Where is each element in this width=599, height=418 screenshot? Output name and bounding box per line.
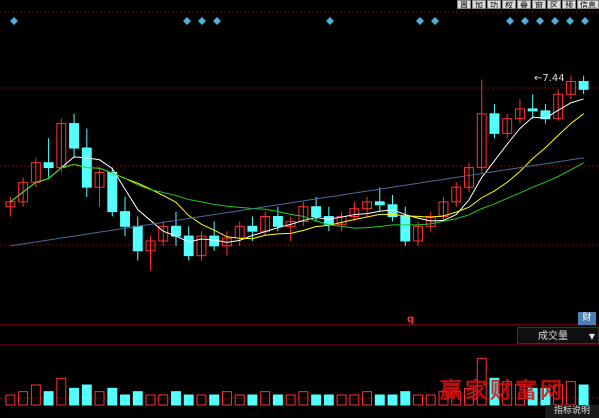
toolbar-button-0[interactable]: 周 (457, 0, 471, 9)
volume-bar (5, 394, 16, 406)
chevron-down-icon: ▼ (588, 332, 595, 341)
toolbar: 周加功权叠窗区预信息 (456, 0, 599, 9)
toolbar-button-7[interactable]: 预 (562, 0, 576, 9)
candle-body (311, 206, 322, 218)
watermark: 赢家财富网 (440, 378, 566, 404)
volume-bar (171, 391, 181, 406)
toolbar-button-1[interactable]: 加 (472, 0, 486, 9)
signal-diamond (506, 17, 514, 25)
stock-chart-window: { "toolbar": { "buttons": ["周","加","功","… (0, 0, 599, 418)
indicator-label: 成交量 (538, 331, 568, 342)
signal-diamond (416, 17, 424, 25)
signal-diamond (10, 17, 18, 25)
volume-bar (400, 391, 411, 406)
volume-bar (425, 394, 436, 406)
candle-body (69, 123, 80, 149)
volume-bar (30, 384, 41, 406)
toolbar-button-6[interactable]: 区 (547, 0, 561, 9)
signal-diamond (198, 17, 206, 25)
volume-bar (221, 391, 232, 406)
volume-bar (323, 394, 334, 406)
volume-bar (81, 384, 92, 406)
volume-bar (387, 394, 398, 406)
signal-diamond (536, 17, 544, 25)
indicator-select[interactable]: 成交量 ▼ (517, 327, 599, 344)
signal-diamond (213, 17, 221, 25)
signal-diamond (521, 17, 529, 25)
signal-diamonds (10, 17, 589, 25)
chart-grid (0, 11, 599, 399)
candlestick-chart (0, 11, 599, 406)
volume-bar (578, 384, 589, 406)
volume-bar (18, 391, 29, 406)
volume-bar (120, 394, 130, 406)
indicator-help-button[interactable]: 指标说明 (545, 405, 599, 418)
candle-body (374, 201, 385, 206)
volume-bar (413, 394, 423, 406)
volume-bar (158, 394, 169, 406)
volume-bar (336, 394, 347, 406)
signal-diamond (431, 17, 439, 25)
volume-bar (362, 391, 373, 406)
candle-body (578, 81, 589, 90)
volume-bar (56, 377, 67, 406)
candle-body (43, 162, 54, 169)
toolbar-button-5[interactable]: 窗 (532, 0, 546, 9)
candles (5, 75, 589, 271)
candle-body (323, 216, 334, 225)
price-label: ←7.44 (534, 73, 565, 84)
signal-diamond (183, 17, 191, 25)
signal-diamond (566, 17, 574, 25)
volume-bar (43, 391, 54, 406)
volume-bar (145, 394, 156, 406)
volume-bar (183, 394, 194, 406)
volume-bar (132, 391, 143, 406)
signal-diamond (326, 17, 334, 25)
candle-body (120, 211, 130, 227)
volume-bar (374, 394, 385, 406)
toolbar-button-2[interactable]: 功 (487, 0, 501, 9)
candle-body (400, 216, 411, 242)
toolbar-button-8[interactable]: 信息 (577, 0, 599, 9)
volume-bar (285, 394, 296, 406)
volume-bar (311, 394, 322, 406)
candle-body (489, 113, 500, 134)
candle-body (183, 235, 194, 257)
signal-diamond (551, 17, 559, 25)
volume-bar (209, 394, 220, 406)
candle-body (527, 108, 538, 112)
volume-bar (196, 394, 207, 406)
candle-body (272, 216, 283, 227)
volume-bar (272, 394, 283, 406)
toolbar-button-3[interactable]: 权 (502, 0, 516, 9)
finance-button[interactable]: 财 (578, 312, 596, 325)
signal-diamond (581, 17, 589, 25)
candle-body (107, 172, 118, 213)
candle-body (132, 225, 143, 252)
volume-bar (234, 394, 245, 406)
marker-q: q (407, 314, 415, 325)
toolbar-button-4[interactable]: 叠 (517, 0, 531, 9)
candle-body (247, 225, 258, 232)
volume-bar (247, 394, 258, 406)
volume-bar (565, 381, 576, 406)
volume-bar (107, 387, 118, 406)
ma60-line (10, 157, 584, 247)
volume-bar (69, 387, 80, 406)
volume-bar (349, 394, 360, 406)
